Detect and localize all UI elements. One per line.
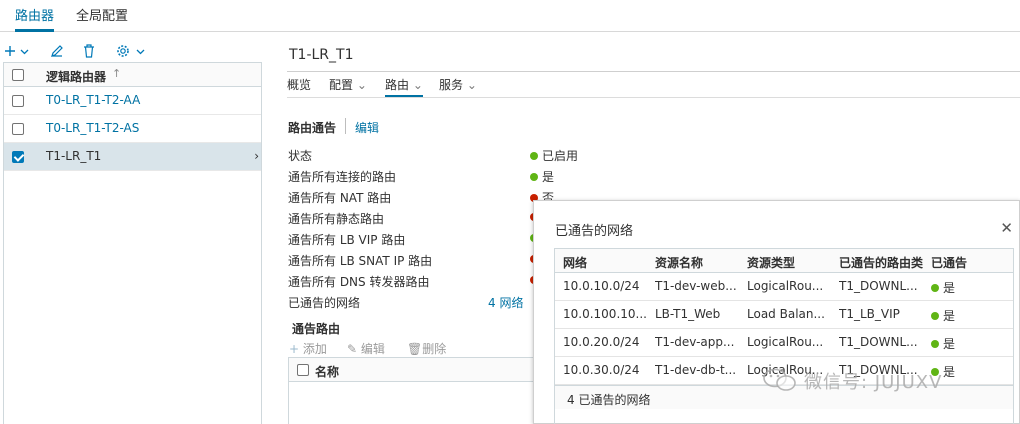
router-name[interactable]: T0-LR_T1-T2-AA [46,93,140,107]
status-dot-icon [530,173,538,181]
column-header-logical-router[interactable]: 逻辑路由器 [46,68,106,85]
status-dot-icon [931,284,939,292]
property-label: 通告所有 DNS 转发器路由 [288,275,430,289]
chevron-down-icon[interactable] [20,42,29,60]
property-label: 通告所有静态路由 [288,212,385,226]
cell-route-type: T1_DOWNL... [839,279,918,293]
status-dot-icon [931,340,939,348]
table-row: 10.0.20.0/24 T1-dev-app... LogicalRou...… [555,329,1013,357]
column-header-name[interactable]: 名称 [315,363,339,380]
row-checkbox[interactable] [12,95,24,107]
property-label: 通告所有 NAT 路由 [288,191,392,205]
tab-routing[interactable]: 路由 ⌄ [385,76,423,97]
status-dot-icon [530,152,538,160]
advertised-networks-table: 网络 资源名称 资源类型 已通告的路由类 已通告 10.0.10.0/24 T1… [554,248,1014,424]
trash-icon: 🗑 [407,342,423,356]
logical-router-grid: 逻辑路由器 ↑ T0-LR_T1-T2-AA T0-LR_T1-T2-AS T1… [3,62,262,424]
cell-advertised: 是 [931,307,955,324]
tab-config[interactable]: 配置 ⌄ [329,76,367,93]
watermark-text: 微信号: JUJUXV [804,372,943,393]
select-all-checkbox[interactable] [297,364,309,376]
trash-icon[interactable] [82,42,96,60]
property-label: 通告所有 LB VIP 路由 [288,233,406,247]
top-tab-bar: 路由器 全局配置 [0,0,1020,32]
popover-title: 已通告的网络 [555,224,634,239]
pencil-icon[interactable] [50,42,64,60]
router-name[interactable]: T1-LR_T1 [46,149,101,163]
cell-network: 10.0.20.0/24 [563,335,640,349]
cell-resource-name: LB-T1_Web [655,307,721,321]
property-label: 通告所有连接的路由 [288,170,397,184]
column-header[interactable]: 资源名称 [655,254,703,271]
delete-button[interactable]: 🗑删除 [407,340,446,357]
table-row[interactable]: T0-LR_T1-T2-AS [4,115,261,143]
chevron-down-icon: ⌄ [466,78,477,92]
close-icon[interactable]: ✕ [1000,219,1013,237]
table-row: 10.0.100.10... LB-T1_Web Load Balan... T… [555,301,1013,329]
chevron-down-icon[interactable] [136,42,145,60]
footer-count: 4 已通告的网络 [567,393,651,407]
section-title: 路由通告 [288,121,337,135]
cell-resource-type: Load Balan... [747,307,825,321]
tab-services[interactable]: 服务 ⌄ [439,76,477,93]
property-label: 通告所有 LB SNAT IP 路由 [288,254,433,268]
grid-header: 名称 [289,358,537,382]
row-checkbox[interactable] [12,123,24,135]
table-row: 10.0.10.0/24 T1-dev-web... LogicalRou...… [555,273,1013,301]
divider [287,71,1020,72]
property-label: 已通告的网络 [288,296,361,310]
cell-network: 10.0.100.10... [563,307,647,321]
chevron-down-icon: ⌄ [356,78,367,92]
section-title: 通告路由 [292,322,341,336]
router-name[interactable]: T0-LR_T1-T2-AS [46,121,139,135]
column-header[interactable]: 资源类型 [747,254,795,271]
tab-global-config[interactable]: 全局配置 [76,5,128,31]
table-header: 网络 资源名称 资源类型 已通告的路由类 已通告 [555,249,1013,273]
advertised-networks-link[interactable]: 4 网络 [488,294,523,311]
cell-advertised: 是 [931,279,955,296]
chevron-right-icon[interactable]: › [254,149,259,163]
cell-route-type: T1_DOWNL... [839,335,918,349]
arrow-up-icon[interactable]: ↑ [112,67,121,80]
plus-icon[interactable] [4,42,16,60]
cell-resource-name: T1-dev-app... [655,335,735,349]
cell-resource-type: LogicalRou... [747,335,824,349]
property-label: 状态 [288,149,313,163]
status-value: 已启用 [530,147,578,164]
status-value: 是 [530,168,554,185]
column-header[interactable]: 已通告的路由类 [839,254,923,271]
status-dot-icon [931,312,939,320]
gear-icon[interactable] [116,42,130,60]
wechat-icon [763,368,796,391]
edit-button[interactable]: ✎ 编辑 [347,340,385,357]
tab-overview[interactable]: 概览 [287,76,311,93]
cell-resource-name: T1-dev-web... [655,279,737,293]
page-title: T1-LR_T1 [289,47,354,63]
pencil-icon: ✎ [347,342,358,356]
tab-routers[interactable]: 路由器 [15,5,55,32]
cell-route-type: T1_LB_VIP [839,307,900,321]
cell-network: 10.0.10.0/24 [563,279,640,293]
plus-icon: + [289,342,300,356]
cell-network: 10.0.30.0/24 [563,363,640,377]
add-button[interactable]: + 添加 [289,340,327,357]
column-header[interactable]: 网络 [563,254,587,271]
column-header[interactable]: 已通告 [931,254,967,271]
divider [345,118,346,134]
watermark: 微信号: JUJUXV [760,366,1020,394]
table-row[interactable]: T0-LR_T1-T2-AA [4,87,261,115]
cell-resource-name: T1-dev-db-t... [655,363,737,377]
select-all-checkbox[interactable] [12,69,24,81]
table-row[interactable]: T1-LR_T1 › [4,143,261,171]
cell-advertised: 是 [931,335,955,352]
chevron-down-icon: ⌄ [412,78,423,92]
edit-link[interactable]: 编辑 [355,119,379,136]
divider [287,97,1020,98]
cell-resource-type: LogicalRou... [747,279,824,293]
advertised-routes-grid: 名称 [288,357,538,424]
grid-header: 逻辑路由器 ↑ [4,63,261,87]
row-checkbox[interactable] [12,151,24,163]
